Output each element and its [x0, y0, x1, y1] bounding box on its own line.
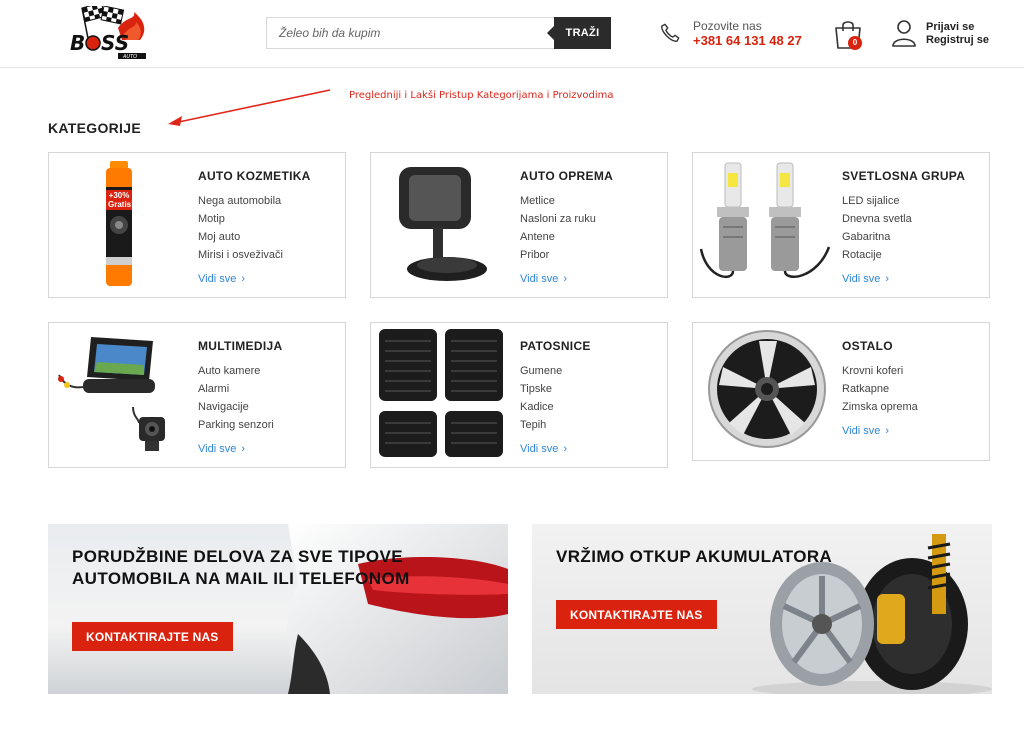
subcategory-link[interactable]: Parking senzori — [198, 418, 274, 436]
view-all-link[interactable]: Vidi sve › — [198, 273, 245, 285]
promo-badge: +30% Gratis! — [106, 190, 134, 210]
subcategory-link[interactable]: Ratkapne — [842, 382, 918, 400]
subcategory-list: Auto kamere Alarmi Navigacije Parking se… — [198, 364, 274, 436]
hubcap-image[interactable] — [697, 327, 835, 465]
subcategory-list: Nega automobila Motip Moj auto Mirisi i … — [198, 194, 283, 266]
view-all-label: Vidi sve — [520, 443, 559, 455]
phone-holder-image[interactable] — [375, 157, 513, 295]
register-link[interactable]: Registruj se — [926, 34, 989, 46]
chevron-right-icon: › — [885, 425, 889, 437]
annotation-text: Pregledniji i Lakši Pristup Kategorijama… — [349, 90, 614, 101]
subcategory-link[interactable]: Motip — [198, 212, 283, 230]
subcategory-link[interactable]: Gabaritna — [842, 230, 912, 248]
subcategory-link[interactable]: Zimska oprema — [842, 400, 918, 418]
subcategory-link[interactable]: Metlice — [520, 194, 596, 212]
subcategory-link[interactable]: Auto kamere — [198, 364, 274, 382]
view-all-link[interactable]: Vidi sve › — [520, 273, 567, 285]
view-all-label: Vidi sve — [198, 273, 237, 285]
cart-count-badge: 0 — [848, 36, 862, 50]
subcategory-link[interactable]: LED sijalice — [842, 194, 912, 212]
view-all-label: Vidi sve — [198, 443, 237, 455]
login-link[interactable]: Prijavi se — [926, 21, 974, 33]
category-title[interactable]: MULTIMEDIJA — [198, 339, 282, 353]
chevron-right-icon: › — [241, 273, 245, 285]
banner-title: VRŽIMO OTKUP AKUMULATORA — [556, 547, 833, 566]
banner-title-line: AUTOMOBILA NA MAIL ILI TELEFONOM — [72, 569, 410, 588]
subcategory-link[interactable]: Tepih — [520, 418, 562, 436]
contact-button[interactable]: KONTAKTIRAJTE NAS — [72, 622, 233, 651]
category-card-auto-oprema: AUTO OPREMA Metlice Nasloni za ruku Ante… — [370, 152, 668, 298]
user-icon[interactable] — [891, 19, 917, 47]
subcategory-list: Krovni koferi Ratkapne Zimska oprema — [842, 364, 918, 418]
svg-text:AUTO: AUTO — [122, 54, 137, 60]
search-bar: TRAŽI — [266, 17, 611, 49]
view-all-link[interactable]: Vidi sve › — [842, 273, 889, 285]
subcategory-link[interactable]: Tipske — [520, 382, 562, 400]
subcategory-link[interactable]: Mirisi i osveživači — [198, 248, 283, 266]
subcategory-list: Metlice Nasloni za ruku Antene Pribor — [520, 194, 596, 266]
site-header: B SS AUTO TRAŽI Pozovite nas +381 64 131… — [0, 0, 1024, 68]
view-all-link[interactable]: Vidi sve › — [842, 425, 889, 437]
subcategory-link[interactable]: Krovni koferi — [842, 364, 918, 382]
banner-title: PORUDŽBINE DELOVA ZA SVE TIPOVE AUTOMOBI… — [72, 546, 410, 590]
category-title[interactable]: PATOSNICE — [520, 339, 591, 353]
category-card-patosnice: PATOSNICE Gumene Tipske Kadice Tepih Vid… — [370, 322, 668, 468]
subcategory-link[interactable]: Navigacije — [198, 400, 274, 418]
chevron-right-icon: › — [241, 443, 245, 455]
category-title[interactable]: AUTO OPREMA — [520, 169, 613, 183]
chevron-right-icon: › — [563, 443, 567, 455]
subcategory-list: LED sijalice Dnevna svetla Gabaritna Rot… — [842, 194, 912, 266]
search-input[interactable] — [267, 18, 554, 48]
phone-icon — [661, 23, 680, 42]
category-card-svetlosna-grupa: SVETLOSNA GRUPA LED sijalice Dnevna svet… — [692, 152, 990, 298]
subcategory-list: Gumene Tipske Kadice Tepih — [520, 364, 562, 436]
subcategory-link[interactable]: Dnevna svetla — [842, 212, 912, 230]
subcategory-link[interactable]: Nega automobila — [198, 194, 283, 212]
subcategory-link[interactable]: Kadice — [520, 400, 562, 418]
subcategory-link[interactable]: Alarmi — [198, 382, 274, 400]
banner-title-line: PORUDŽBINE DELOVA ZA SVE TIPOVE — [72, 547, 404, 566]
subcategory-link[interactable]: Moj auto — [198, 230, 283, 248]
annotation-arrow — [168, 89, 331, 126]
subcategory-link[interactable]: Nasloni za ruku — [520, 212, 596, 230]
category-title[interactable]: OSTALO — [842, 339, 893, 353]
view-all-link[interactable]: Vidi sve › — [198, 443, 245, 455]
led-bulbs-image[interactable] — [697, 157, 835, 295]
banner-battery-buyback: VRŽIMO OTKUP AKUMULATORA KONTAKTIRAJTE N… — [532, 524, 992, 694]
view-all-label: Vidi sve — [842, 425, 881, 437]
contact-button[interactable]: KONTAKTIRAJTE NAS — [556, 600, 717, 629]
section-title: KATEGORIJE — [48, 120, 141, 136]
subcategory-link[interactable]: Pribor — [520, 248, 596, 266]
phone-label: Pozovite nas — [693, 19, 762, 33]
subcategory-link[interactable]: Rotacije — [842, 248, 912, 266]
spray-can-image[interactable] — [53, 157, 191, 295]
category-title[interactable]: AUTO KOZMETIKA — [198, 169, 311, 183]
phone-number-link[interactable]: +381 64 131 48 27 — [693, 33, 802, 48]
view-all-link[interactable]: Vidi sve › — [520, 443, 567, 455]
category-card-auto-kozmetika: +30% Gratis! AUTO KOZMETIKA Nega automob… — [48, 152, 346, 298]
category-card-multimedija: MULTIMEDIJA Auto kamere Alarmi Navigacij… — [48, 322, 346, 468]
chevron-right-icon: › — [563, 273, 567, 285]
svg-text:B: B — [70, 31, 85, 55]
category-title[interactable]: SVETLOSNA GRUPA — [842, 169, 965, 183]
car-mats-image[interactable] — [375, 327, 513, 465]
subcategory-link[interactable]: Gumene — [520, 364, 562, 382]
view-all-label: Vidi sve — [842, 273, 881, 285]
search-button[interactable]: TRAŽI — [547, 17, 611, 49]
monitor-camera-image[interactable] — [53, 327, 191, 465]
boss-auto-logo[interactable]: B SS AUTO — [66, 6, 152, 62]
category-card-ostalo: OSTALO Krovni koferi Ratkapne Zimska opr… — [692, 322, 990, 461]
subcategory-link[interactable]: Antene — [520, 230, 596, 248]
banner-parts-order: PORUDŽBINE DELOVA ZA SVE TIPOVE AUTOMOBI… — [48, 524, 508, 694]
view-all-label: Vidi sve — [520, 273, 559, 285]
svg-text:SS: SS — [101, 31, 129, 55]
chevron-right-icon: › — [885, 273, 889, 285]
